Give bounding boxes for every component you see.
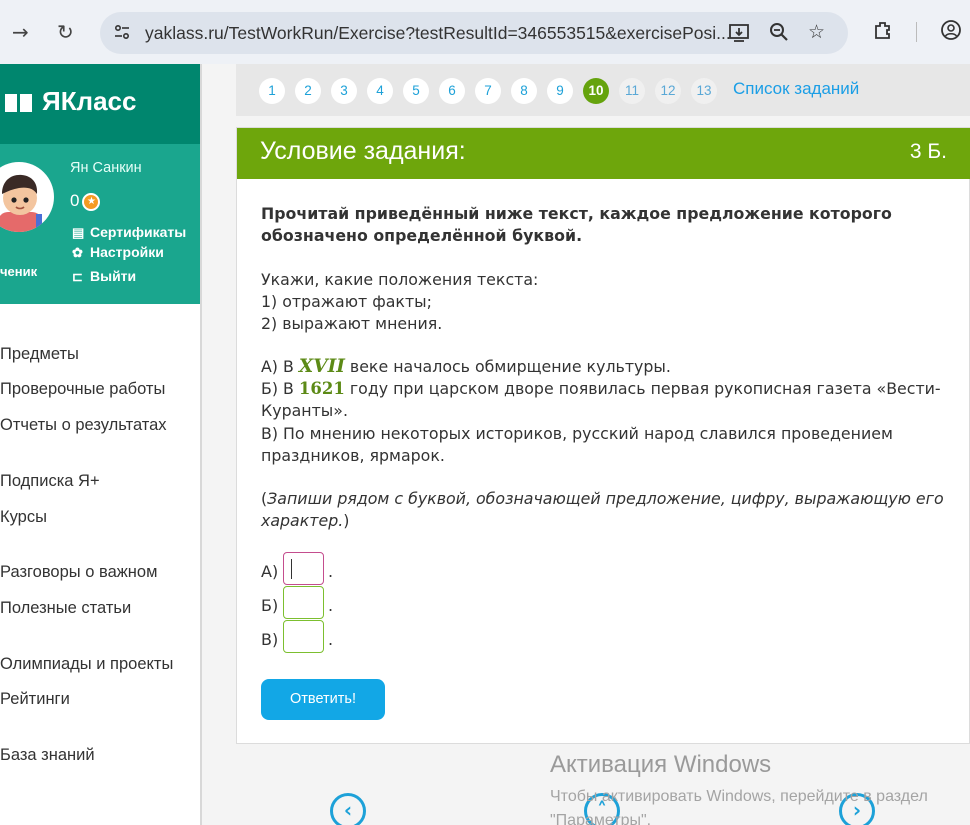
page-5[interactable]: 5	[403, 78, 429, 104]
menu-item-articles[interactable]: Полезные статьи	[0, 599, 131, 618]
zoom-icon[interactable]	[768, 21, 790, 48]
certificates-link[interactable]: ▤ Сертификаты	[72, 224, 186, 241]
browser-toolbar: → ↻ yaklass.ru/TestWorkRun/Exercise?test…	[0, 0, 970, 64]
logo-bar[interactable]: ЯКласс	[0, 64, 200, 144]
task-points: 3 Б.	[909, 140, 947, 163]
answer-label-c: В)	[261, 630, 279, 649]
page-2[interactable]: 2	[295, 78, 321, 104]
page-7[interactable]: 7	[475, 78, 501, 104]
menu-item-ratings[interactable]: Рейтинги	[0, 690, 70, 709]
page-11[interactable]: 11	[619, 78, 645, 104]
question-intro: Укажи, какие положения текста:	[261, 270, 539, 289]
sentence-b: Б) В 1621 году при царском дворе появила…	[261, 379, 941, 420]
prev-exercise-button[interactable]: ‹	[330, 793, 366, 825]
address-bar[interactable]: yaklass.ru/TestWorkRun/Exercise?testResu…	[100, 12, 848, 54]
text-caret	[291, 559, 292, 579]
question-option-1: 1) отражают факты;	[261, 292, 432, 311]
answer-row-b: Б) .	[261, 586, 333, 619]
math-year: 1621	[298, 379, 345, 398]
url-text[interactable]: yaklass.ru/TestWorkRun/Exercise?testResu…	[145, 23, 731, 44]
page-8[interactable]: 8	[511, 78, 537, 104]
extensions-icon[interactable]	[872, 19, 894, 46]
page-10-current[interactable]: 10	[583, 78, 609, 104]
page-13[interactable]: 13	[691, 78, 717, 104]
user-role: ченик	[0, 264, 38, 279]
user-name[interactable]: Ян Санкин	[70, 160, 142, 176]
logout-link[interactable]: ⊏ Выйти	[72, 268, 136, 285]
profile-panel: Ян Санкин 0 ★ ▤ Сертификаты ✿ Настройки ⊏ Вы…	[0, 144, 200, 304]
reload-icon[interactable]: ↻	[57, 20, 74, 44]
menu-item-talks[interactable]: Разговоры о важном	[0, 563, 157, 582]
coin-count: 0	[70, 191, 80, 210]
answer-label-a: А)	[261, 562, 279, 581]
sidebar: ЯКласс Ян Санкин 0 ★ ▤ Сертификаты ✿ Настро…	[0, 64, 200, 825]
task-hint: (Запиши рядом с буквой, обозначающей пре…	[261, 489, 944, 530]
answer-row-c: В) .	[261, 620, 333, 653]
bookmark-star-icon[interactable]: ☆	[808, 21, 825, 43]
install-app-icon[interactable]	[728, 21, 750, 48]
exercise-pager: 1 2 3 4 5 6 7 8 9 10 11 12 13 Список зад…	[236, 64, 970, 116]
profile-icon[interactable]	[940, 19, 962, 46]
page-4[interactable]: 4	[367, 78, 393, 104]
task-header: Условие задания: 3 Б.	[237, 128, 970, 179]
sentence-c: В) По мнению некоторых историков, русски…	[261, 424, 893, 465]
logo-text[interactable]: ЯКласс	[42, 86, 136, 117]
gear-icon: ✿	[72, 245, 83, 260]
settings-link[interactable]: ✿ Настройки	[72, 244, 164, 261]
answer-input-a[interactable]	[283, 552, 324, 585]
logout-icon: ⊏	[72, 269, 83, 284]
toolbar-separator	[916, 22, 917, 42]
answer-label-b: Б)	[261, 596, 279, 615]
forward-icon[interactable]: →	[12, 20, 29, 44]
menu-item-knowledge-base[interactable]: База знаний	[0, 746, 95, 765]
answer-input-c[interactable]	[283, 620, 324, 653]
answer-dot: .	[328, 596, 334, 615]
answer-row-a: А) .	[261, 552, 333, 585]
windows-activation-title: Активация Windows	[550, 751, 772, 778]
page-12[interactable]: 12	[655, 78, 681, 104]
task-instruction: Прочитай приведённый ниже текст, каждое …	[261, 204, 892, 245]
page-9[interactable]: 9	[547, 78, 573, 104]
menu-item-subscription[interactable]: Подписка Я+	[0, 472, 100, 491]
sentence-a: А) В XVII веке началось обмирщение культ…	[261, 356, 671, 377]
book-logo-icon	[4, 92, 34, 114]
menu-item-reports[interactable]: Отчеты о результатах	[0, 416, 167, 435]
submit-button[interactable]: Ответить!	[261, 679, 385, 720]
task-card: Условие задания: 3 Б. Прочитай приведённ…	[236, 127, 970, 744]
math-century: XVII	[298, 356, 345, 377]
avatar[interactable]	[0, 162, 54, 232]
menu-item-courses[interactable]: Курсы	[0, 508, 47, 527]
menu-item-tests[interactable]: Проверочные работы	[0, 380, 165, 399]
coin-balance: 0 ★	[70, 191, 101, 211]
task-title: Условие задания:	[260, 137, 466, 165]
question-option-2: 2) выражают мнения.	[261, 314, 443, 333]
answer-input-b[interactable]	[283, 586, 324, 619]
site-settings-icon[interactable]	[112, 22, 132, 42]
task-list-link[interactable]: Список заданий	[733, 79, 859, 99]
answer-dot: .	[328, 630, 334, 649]
page-3[interactable]: 3	[331, 78, 357, 104]
windows-activation-subtitle: Чтобы активировать Windows, перейдите в …	[550, 788, 928, 825]
page-1[interactable]: 1	[259, 78, 285, 104]
answer-dot: .	[328, 562, 334, 581]
page-6[interactable]: 6	[439, 78, 465, 104]
menu-item-subjects[interactable]: Предметы	[0, 345, 79, 364]
certificate-icon: ▤	[72, 225, 85, 240]
menu-item-olympiads[interactable]: Олимпиады и проекты	[0, 655, 173, 674]
star-coin-icon: ★	[82, 193, 101, 211]
